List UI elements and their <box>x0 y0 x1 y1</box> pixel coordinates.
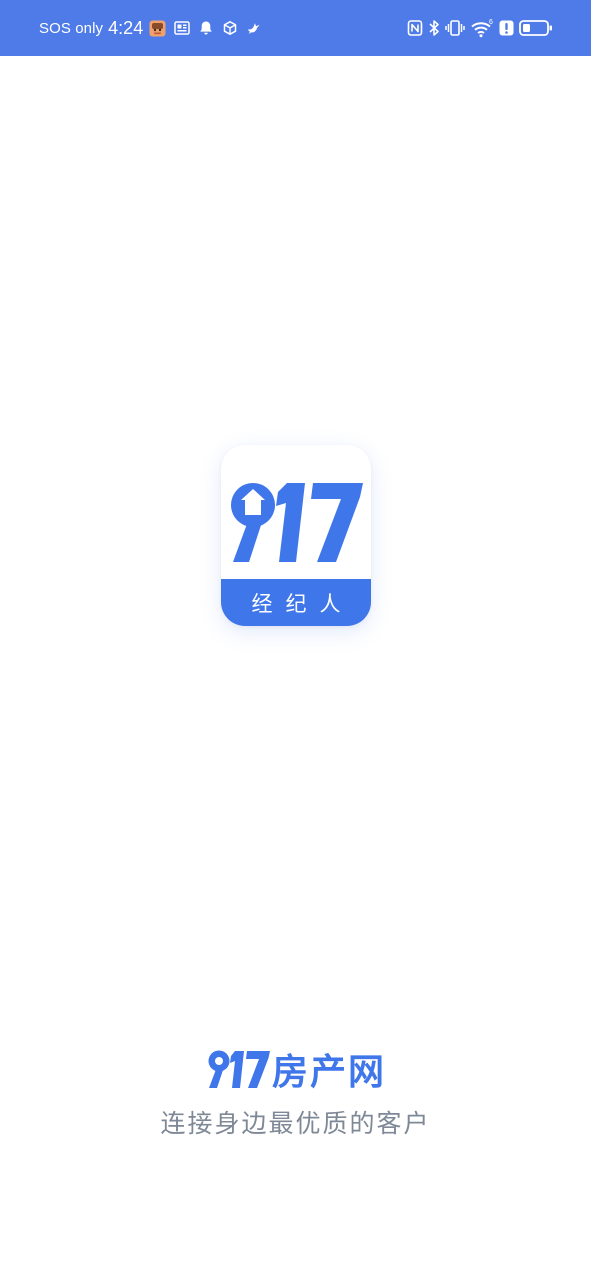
brand-title: 917 房产网 <box>0 1043 591 1095</box>
qr-card-icon <box>173 20 190 37</box>
alert-icon <box>499 18 514 38</box>
logo-band-text: 经纪人 <box>251 591 354 616</box>
splash-screen: SOS only 4:24 6 917 经纪人 917 房产网 连接身边最优质的… <box>0 0 591 1280</box>
logo-band: 经纪人 <box>221 579 371 626</box>
brand-name: 房产网 <box>271 1052 386 1093</box>
slogan: 连接身边最优质的客户 <box>160 1109 431 1138</box>
package-icon <box>221 20 238 37</box>
notification-icons <box>149 20 262 37</box>
brand-number: 917 <box>205 1047 270 1088</box>
bluetooth-icon <box>428 18 440 38</box>
wifi-generation-label: 6 <box>489 19 493 26</box>
clock: 4:24 <box>108 17 144 38</box>
logo-number-text: 917 <box>221 475 223 476</box>
app-avatar-icon <box>149 20 166 37</box>
app-logo: 917 经纪人 <box>221 445 371 626</box>
wifi-icon: 6 <box>470 18 494 38</box>
battery-level-fill <box>523 24 530 32</box>
carrier-status-text: SOS only <box>39 19 104 37</box>
nfc-icon <box>407 18 423 38</box>
vibrate-icon <box>445 18 465 38</box>
status-left: SOS only 4:24 <box>39 0 262 56</box>
logo-number: 917 <box>221 475 363 562</box>
status-bar: SOS only 4:24 6 <box>0 0 591 56</box>
status-right: 6 <box>407 0 553 56</box>
bird-icon <box>245 20 262 37</box>
brand-number-text: 917 <box>205 1047 207 1048</box>
bell-icon <box>197 20 214 37</box>
battery-icon <box>519 18 553 38</box>
